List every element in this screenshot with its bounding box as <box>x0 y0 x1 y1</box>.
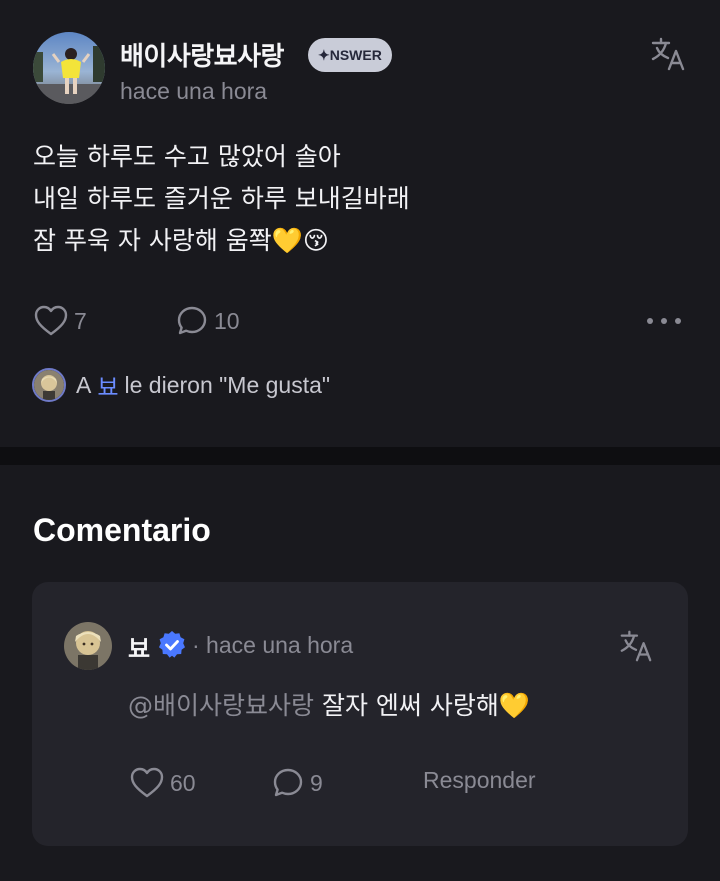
verified-badge-icon <box>156 629 188 661</box>
comments-title: Comentario <box>33 512 211 548</box>
like-count: 7 <box>74 307 87 334</box>
translate-icon[interactable] <box>618 628 656 666</box>
post-line: 내일 하루도 즐거운 하루 보내길바래 <box>33 184 410 213</box>
comment-reply-count: 9 <box>310 769 323 796</box>
author-name[interactable]: 배이사랑뵤사랑 <box>120 36 284 73</box>
author-avatar[interactable] <box>33 32 105 104</box>
more-options-button[interactable] <box>644 308 684 334</box>
comment-like-count: 60 <box>170 769 196 796</box>
comment-text: @배이사랑뵤사랑 잘자 엔써 사랑해💛 <box>128 686 530 722</box>
liker-avatar[interactable] <box>32 368 66 402</box>
comment-bubble-icon <box>177 306 207 335</box>
more-dots-icon <box>647 318 681 324</box>
comment-timestamp: · hace una hora <box>192 632 354 658</box>
commenter-name[interactable]: 뵤 <box>128 629 150 664</box>
section-divider <box>0 447 720 465</box>
commenter-avatar[interactable] <box>64 622 112 670</box>
heart-icon <box>34 305 68 336</box>
liked-by-prefix: A <box>76 371 92 398</box>
liked-by-row[interactable]: A 뵤 le dieron "Me gusta" <box>32 368 330 402</box>
comment-like-button[interactable]: 60 <box>130 767 196 799</box>
post-line: 잠 푸욱 자 사랑해 움쫙💛😚 <box>33 226 329 255</box>
like-button[interactable]: 7 <box>34 305 87 337</box>
comment-replies-button[interactable]: 9 <box>272 767 323 799</box>
heart-icon <box>130 767 164 798</box>
liked-by-suffix: le dieron "Me gusta" <box>124 371 331 398</box>
comment-count: 10 <box>214 307 240 334</box>
post: 배이사랑뵤사랑 ✦NSWER hace una hora 오늘 하루도 수고 많… <box>0 0 720 447</box>
comment-bubble-icon <box>273 768 303 797</box>
translate-icon[interactable] <box>649 35 687 73</box>
author-badge: ✦NSWER <box>308 38 392 72</box>
comment-body: 잘자 엔써 사랑해💛 <box>314 691 530 720</box>
comment-mention[interactable]: @배이사랑뵤사랑 <box>128 691 314 720</box>
liked-by-name[interactable]: 뵤 <box>97 368 118 402</box>
post-timestamp: hace una hora <box>120 78 268 104</box>
post-line: 오늘 하루도 수고 많았어 솔아 <box>33 142 341 171</box>
post-body: 오늘 하루도 수고 많았어 솔아 내일 하루도 즐거운 하루 보내길바래 잠 푸… <box>33 136 683 262</box>
comment-card: 뵤 · hace una hora @배이사랑뵤사랑 잘자 엔써 사랑해💛 60… <box>32 582 688 846</box>
reply-button[interactable]: Responder <box>423 767 536 794</box>
comment-button[interactable]: 10 <box>176 305 240 337</box>
